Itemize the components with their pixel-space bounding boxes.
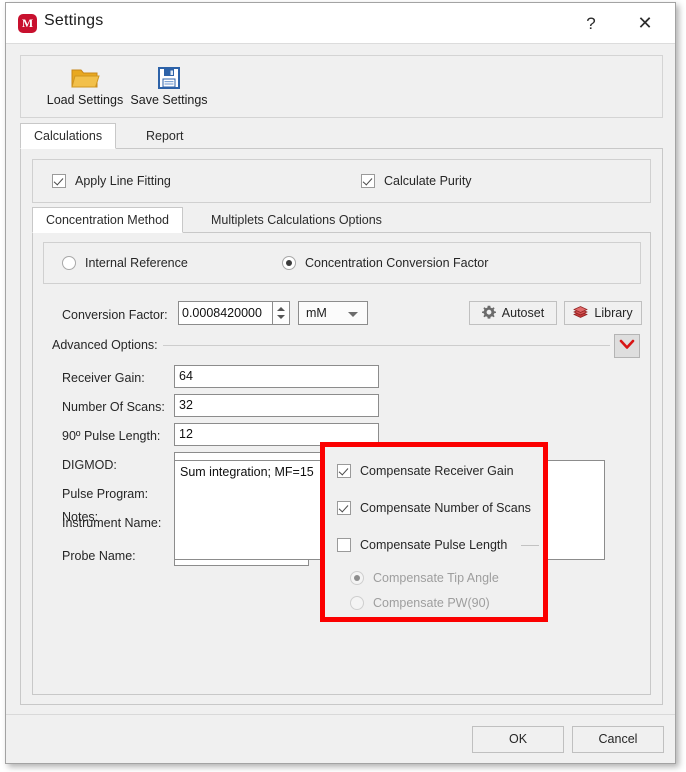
radio-compensate-tip-angle-label: Compensate Tip Angle <box>373 571 499 585</box>
radio-compensate-tip-angle[interactable]: Compensate Tip Angle <box>350 571 499 585</box>
toolbar-panel: Load Settings Save Settings <box>20 55 663 118</box>
checkbox-apply-line-fitting[interactable]: Apply Line Fitting <box>52 174 171 188</box>
digmod-label: DIGMOD: <box>62 458 117 472</box>
pulse-program-label: Pulse Program: <box>62 487 149 501</box>
pulse-length-label: 90º Pulse Length: <box>62 429 161 443</box>
conversion-factor-input[interactable]: 0.0008420000 <box>178 301 273 325</box>
advanced-options-separator <box>148 345 610 346</box>
window-title: Settings <box>44 12 104 29</box>
checkbox-box-icon <box>337 501 351 515</box>
receiver-gain-label: Receiver Gain: <box>62 371 145 385</box>
units-dropdown[interactable]: mM <box>298 301 368 325</box>
radio-circle-icon <box>350 596 364 610</box>
autoset-button-label: Autoset <box>501 306 545 320</box>
library-button[interactable]: Library <box>564 301 642 325</box>
radio-circle-icon <box>282 256 296 270</box>
number-of-scans-input[interactable]: 32 <box>174 394 379 417</box>
number-of-scans-label: Number Of Scans: <box>62 400 165 414</box>
chevron-down-icon <box>348 312 358 317</box>
conversion-factor-label: Conversion Factor: <box>62 308 168 322</box>
load-settings-button[interactable]: Load Settings <box>43 59 127 115</box>
tab-concentration-method[interactable]: Concentration Method <box>32 207 183 233</box>
conversion-factor-spinner[interactable] <box>273 301 290 325</box>
radio-concentration-conversion-factor[interactable]: Concentration Conversion Factor <box>282 256 488 270</box>
cancel-button[interactable]: Cancel <box>572 726 664 753</box>
checkbox-box-icon <box>52 174 66 188</box>
library-button-label: Library <box>594 306 633 320</box>
checkbox-apply-line-fitting-label: Apply Line Fitting <box>75 174 171 188</box>
inner-tab-strip: Concentration Method Multiplets Calculat… <box>32 207 651 233</box>
radio-circle-icon <box>62 256 76 270</box>
probe-name-label: Probe Name: <box>62 549 136 563</box>
save-settings-label: Save Settings <box>130 93 208 107</box>
advanced-options-label: Advanced Options: <box>52 338 163 352</box>
checkbox-compensate-number-of-scans[interactable]: Compensate Number of Scans <box>337 501 531 515</box>
books-stack-icon <box>573 305 589 322</box>
checkbox-box-icon <box>361 174 375 188</box>
title-bar: Settings ? ✕ <box>6 3 675 44</box>
checkbox-compensate-receiver-gain-label: Compensate Receiver Gain <box>360 464 514 478</box>
radio-circle-icon <box>350 571 364 585</box>
radio-internal-reference[interactable]: Internal Reference <box>62 256 188 270</box>
checkbox-calculate-purity-label: Calculate Purity <box>384 174 472 188</box>
checkbox-calculate-purity[interactable]: Calculate Purity <box>361 174 472 188</box>
pulse-length-separator <box>521 545 539 546</box>
floppy-disk-save-icon <box>127 63 211 93</box>
autoset-button[interactable]: Autoset <box>469 301 557 325</box>
advanced-options-toggle-button[interactable] <box>614 334 640 358</box>
checkbox-box-icon <box>337 464 351 478</box>
checkbox-compensate-pulse-length-label: Compensate Pulse Length <box>360 538 508 552</box>
gear-icon <box>481 305 496 322</box>
tab-multiplets-calculations-options[interactable]: Multiplets Calculations Options <box>197 207 396 233</box>
spinner-up-arrow-icon[interactable] <box>277 307 285 311</box>
checkbox-compensate-receiver-gain[interactable]: Compensate Receiver Gain <box>337 464 514 478</box>
radio-concentration-conversion-factor-label: Concentration Conversion Factor <box>305 256 489 270</box>
close-button[interactable]: ✕ <box>623 3 667 44</box>
outer-tab-strip: Calculations Report <box>20 123 663 149</box>
checkbox-box-icon <box>337 538 351 552</box>
checkbox-compensate-pulse-length[interactable]: Compensate Pulse Length <box>337 538 507 552</box>
tab-calculations[interactable]: Calculations <box>20 123 117 149</box>
compensate-options-highlight-box: Compensate Receiver Gain Compensate Numb… <box>320 442 548 622</box>
help-button[interactable]: ? <box>569 3 613 44</box>
open-folder-icon <box>43 63 127 93</box>
concentration-method-panel: Internal Reference Concentration Convers… <box>32 232 651 695</box>
footer-separator <box>6 714 675 715</box>
receiver-gain-input[interactable]: 64 <box>174 365 379 388</box>
units-dropdown-value: mM <box>306 306 327 320</box>
spinner-down-arrow-icon[interactable] <box>277 315 285 319</box>
radio-compensate-pw90[interactable]: Compensate PW(90) <box>350 596 490 610</box>
settings-dialog-window: Settings ? ✕ Load Settings <box>5 2 676 764</box>
radio-internal-reference-label: Internal Reference <box>85 256 188 270</box>
tab-report[interactable]: Report <box>132 123 198 149</box>
top-options-group: Apply Line Fitting Calculate Purity <box>32 159 651 203</box>
method-radio-group: Internal Reference Concentration Convers… <box>43 242 641 284</box>
save-settings-button[interactable]: Save Settings <box>127 59 211 115</box>
calculations-panel: Apply Line Fitting Calculate Purity Conc… <box>20 148 663 705</box>
chevron-down-icon <box>619 339 635 353</box>
notes-label: Notes: <box>62 510 99 524</box>
checkbox-compensate-number-of-scans-label: Compensate Number of Scans <box>360 501 531 515</box>
load-settings-label: Load Settings <box>46 93 124 107</box>
mnova-logo-icon <box>18 14 37 33</box>
radio-compensate-pw90-label: Compensate PW(90) <box>373 596 490 610</box>
ok-button[interactable]: OK <box>472 726 564 753</box>
